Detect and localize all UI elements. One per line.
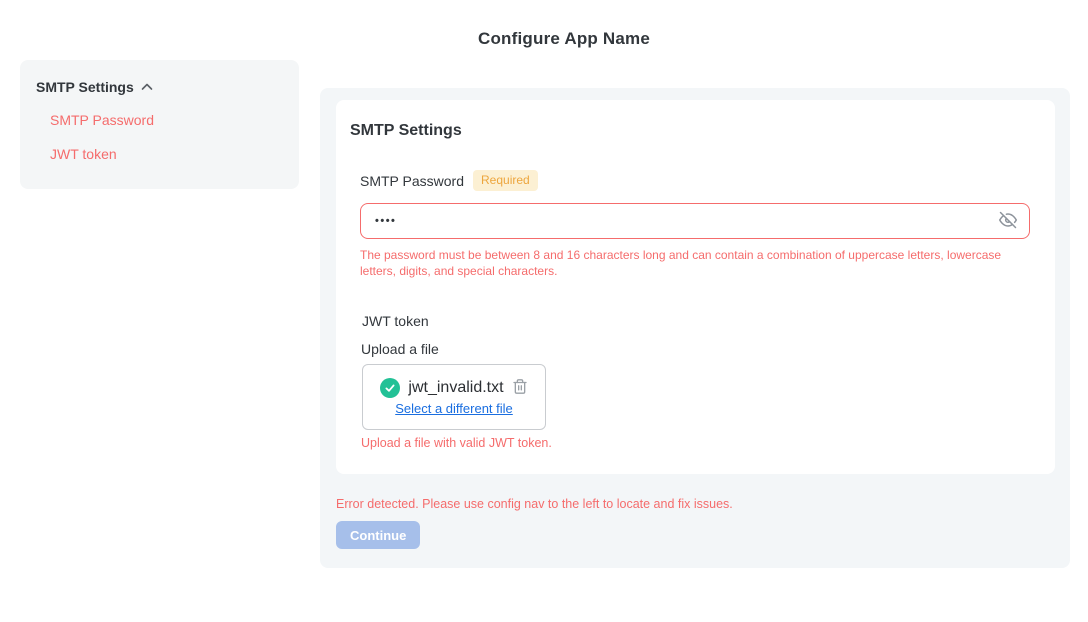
uploaded-file-name: jwt_invalid.txt [408, 379, 503, 397]
toggle-password-visibility-button[interactable] [999, 211, 1017, 232]
configure-app-page: Configure App Name SMTP Settings SMTP Pa… [0, 0, 1088, 622]
error-banner-text: Error detected. Please use config nav to… [336, 497, 733, 511]
smtp-password-field [360, 203, 1030, 239]
trash-icon [512, 378, 528, 398]
page-title: Configure App Name [0, 29, 1088, 49]
continue-button[interactable]: Continue [336, 521, 420, 549]
delete-file-button[interactable] [512, 378, 528, 398]
select-different-file-link[interactable]: Select a different file [395, 401, 513, 416]
sidebar-section-smtp-settings[interactable]: SMTP Settings [36, 79, 154, 95]
config-nav-sidebar: SMTP Settings SMTP Password JWT token [20, 60, 299, 189]
sidebar-section-label: SMTP Settings [36, 79, 134, 95]
check-circle-icon [380, 378, 400, 398]
jwt-token-error-text: Upload a file with valid JWT token. [361, 436, 552, 450]
smtp-password-error-text: The password must be between 8 and 16 ch… [360, 247, 1018, 279]
sidebar-item-jwt-token[interactable]: JWT token [50, 146, 117, 162]
sidebar-item-smtp-password[interactable]: SMTP Password [50, 112, 154, 128]
file-upload-box: jwt_invalid.txt Select a different fi [362, 364, 546, 430]
smtp-settings-card: SMTP Settings SMTP Password Required [336, 100, 1055, 474]
uploaded-file-row: jwt_invalid.txt [380, 378, 527, 398]
jwt-token-label: JWT token [362, 313, 429, 329]
settings-panel: SMTP Settings SMTP Password Required [320, 88, 1070, 568]
smtp-password-label: SMTP Password [360, 173, 464, 189]
smtp-password-label-row: SMTP Password Required [360, 170, 538, 191]
required-badge: Required [473, 170, 538, 191]
upload-file-label: Upload a file [361, 341, 439, 357]
card-title: SMTP Settings [350, 122, 462, 140]
eye-off-icon [999, 211, 1017, 232]
smtp-password-input[interactable] [375, 215, 999, 227]
chevron-up-icon [140, 80, 154, 94]
